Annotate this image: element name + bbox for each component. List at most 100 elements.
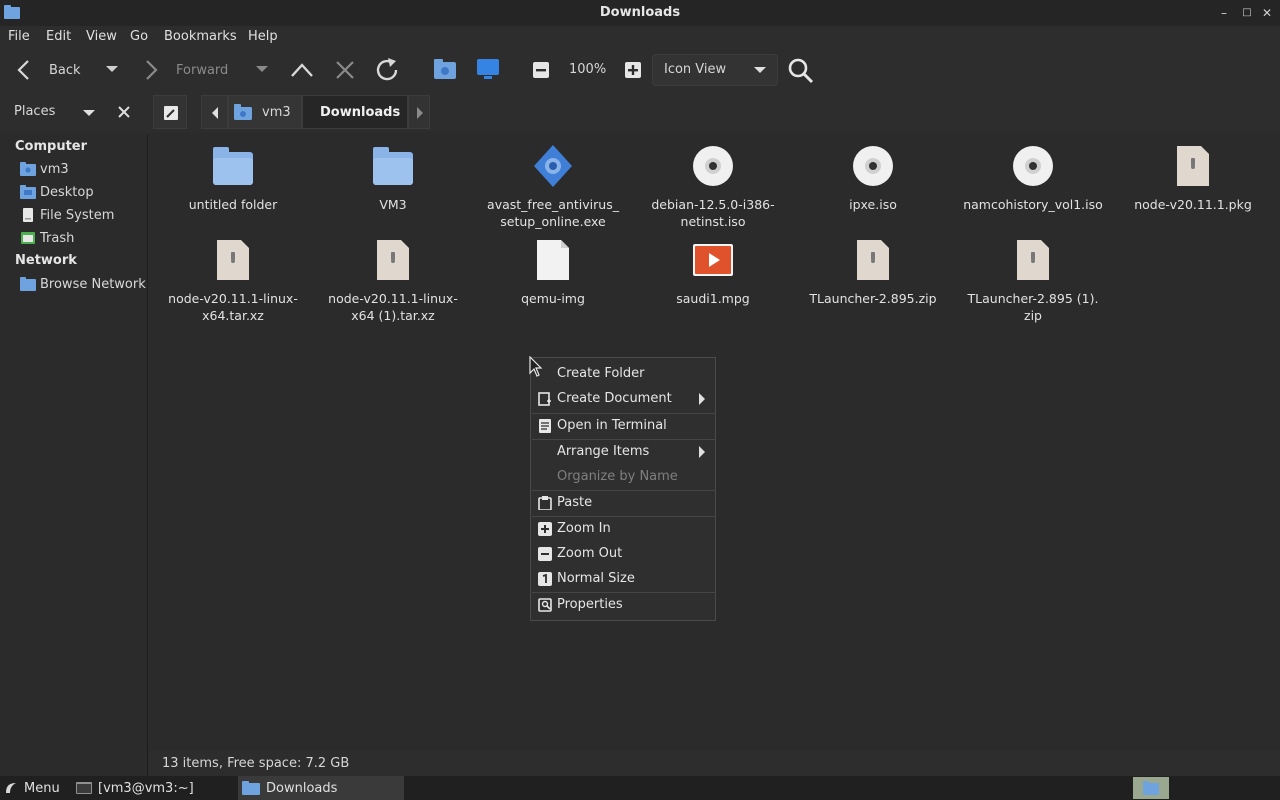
task-terminal[interactable]: [vm3@vm3:~] <box>76 776 194 800</box>
menu-bookmarks[interactable]: Bookmarks <box>164 29 237 44</box>
folder-icon <box>373 147 413 185</box>
forward-history-dropdown-icon[interactable] <box>254 64 270 74</box>
breadcrumb-downloads[interactable]: Downloads <box>302 95 408 129</box>
maximize-button[interactable]: □ <box>1238 4 1256 22</box>
menu-item-label: Zoom Out <box>557 546 623 561</box>
submenu-arrow-icon <box>699 393 705 405</box>
menu-file[interactable]: File <box>8 29 30 44</box>
task-downloads[interactable]: Downloads <box>238 776 404 800</box>
menu-item-label: Paste <box>557 495 593 510</box>
taskbar: Menu [vm3@vm3:~] Downloads <box>0 776 1280 800</box>
menu-item-label: Zoom In <box>557 521 611 536</box>
disc-icon <box>853 146 893 186</box>
sidebar-item-trash[interactable]: Trash <box>20 228 74 248</box>
menu-item-arrange-items[interactable]: Arrange Items <box>531 440 715 464</box>
menu-item-create-document[interactable]: Create Document <box>531 387 715 411</box>
close-button[interactable]: ✕ <box>1258 4 1276 22</box>
sidebar-item-file-system[interactable]: File System <box>20 205 114 225</box>
menu-item-properties[interactable]: Properties <box>531 593 715 617</box>
search-icon[interactable] <box>787 57 815 85</box>
workspace-switcher[interactable] <box>1133 777 1169 799</box>
video-icon <box>693 244 733 276</box>
menu-edit[interactable]: Edit <box>46 29 71 44</box>
back-button[interactable]: Back <box>14 58 81 82</box>
folder-icon <box>242 781 260 795</box>
home-folder-icon <box>20 162 36 176</box>
reload-icon[interactable] <box>374 57 402 83</box>
file-name: node-v20.11.1-linux- x64 (1).tar.xz <box>328 291 458 323</box>
terminal-window-icon <box>76 782 92 794</box>
chevron-right-icon <box>417 107 423 119</box>
file-name: VM3 <box>379 197 407 212</box>
task-label: [vm3@vm3:~] <box>98 780 194 796</box>
menu-item-label: Organize by Name <box>557 469 678 484</box>
menu-item-paste[interactable]: Paste <box>531 491 715 515</box>
normal-size-icon <box>538 572 552 586</box>
terminal-icon <box>539 419 551 433</box>
close-sidebar-icon[interactable] <box>118 106 130 118</box>
properties-icon <box>538 598 552 612</box>
menu-go[interactable]: Go <box>130 29 148 44</box>
file-name: node-v20.11.1.pkg <box>1134 197 1252 212</box>
chevron-down-icon <box>754 67 766 73</box>
sidebar-heading-network: Network <box>15 253 77 268</box>
file-name: ipxe.iso <box>849 197 897 212</box>
file-name: untitled folder <box>188 197 278 212</box>
menu-item-normal-size[interactable]: Normal Size <box>531 567 715 591</box>
trash-icon <box>21 232 35 244</box>
menu-logo-icon <box>6 783 16 793</box>
menu-item-organize-by-name: Organize by Name <box>531 465 715 489</box>
zoom-in-icon[interactable] <box>624 61 642 79</box>
crumb-scroll-right-button[interactable] <box>408 95 430 129</box>
sidebar-item-desktop[interactable]: Desktop <box>20 182 94 202</box>
disc-icon <box>693 146 733 186</box>
arrow-left-icon <box>17 60 29 80</box>
title-bar: Downloads – □ ✕ <box>0 0 1280 26</box>
menu-item-open-terminal[interactable]: Open in Terminal <box>531 414 715 438</box>
file-name: debian-12.5.0-i386- netinst.iso <box>651 197 775 229</box>
start-menu-button[interactable]: Menu <box>4 776 60 800</box>
menu-item-label: Create Folder <box>557 366 645 381</box>
minimize-button[interactable]: – <box>1215 4 1233 22</box>
sidebar-item-browse-network[interactable]: Browse Network <box>20 274 146 294</box>
up-arrow-icon[interactable] <box>289 58 315 82</box>
executable-icon <box>534 145 572 187</box>
file-name: avast_free_antivirus_ setup_online.exe <box>487 197 619 229</box>
zoom-out-icon[interactable] <box>532 61 550 79</box>
stop-icon[interactable] <box>334 58 356 82</box>
network-folder-icon <box>20 277 36 291</box>
breadcrumb-label: Downloads <box>320 105 401 120</box>
file-name: TLauncher-2.895.zip <box>809 291 937 306</box>
arrow-right-icon <box>146 60 158 80</box>
back-history-dropdown-icon[interactable] <box>104 64 120 74</box>
menu-item-label: Properties <box>557 597 623 612</box>
desktop-folder-icon <box>20 185 36 199</box>
back-label: Back <box>49 62 81 78</box>
file-name: TLauncher-2.895 (1). zip <box>967 291 1099 323</box>
menu-item-zoom-in[interactable]: Zoom In <box>531 517 715 541</box>
menu-item-create-folder[interactable]: Create Folder <box>531 362 715 386</box>
computer-icon[interactable] <box>476 58 500 80</box>
zoom-out-icon <box>538 547 552 561</box>
toggle-location-entry-button[interactable] <box>153 95 187 129</box>
folder-icon <box>213 147 253 185</box>
menu-item-zoom-out[interactable]: Zoom Out <box>531 542 715 566</box>
disc-icon <box>1013 146 1053 186</box>
archive-icon <box>377 240 409 280</box>
home-folder-icon[interactable] <box>433 58 457 80</box>
sidebar-item-vm3[interactable]: vm3 <box>20 159 69 179</box>
places-label: Places <box>14 104 56 119</box>
status-text: 13 items, Free space: 7.2 GB <box>162 756 350 771</box>
menu-view[interactable]: View <box>86 29 117 44</box>
view-mode-select[interactable]: Icon View <box>652 54 778 86</box>
sidebar-item-label: Desktop <box>40 184 94 200</box>
menu-help[interactable]: Help <box>248 29 278 44</box>
forward-button[interactable]: Forward <box>140 58 228 82</box>
breadcrumb-label: vm3 <box>262 105 291 120</box>
crumb-scroll-left-button[interactable] <box>201 95 228 129</box>
forward-label: Forward <box>176 62 229 78</box>
places-dropdown-icon[interactable] <box>82 108 96 118</box>
archive-icon <box>217 240 249 280</box>
window-title: Downloads <box>599 5 681 20</box>
breadcrumb-vm3[interactable]: vm3 <box>228 95 302 129</box>
